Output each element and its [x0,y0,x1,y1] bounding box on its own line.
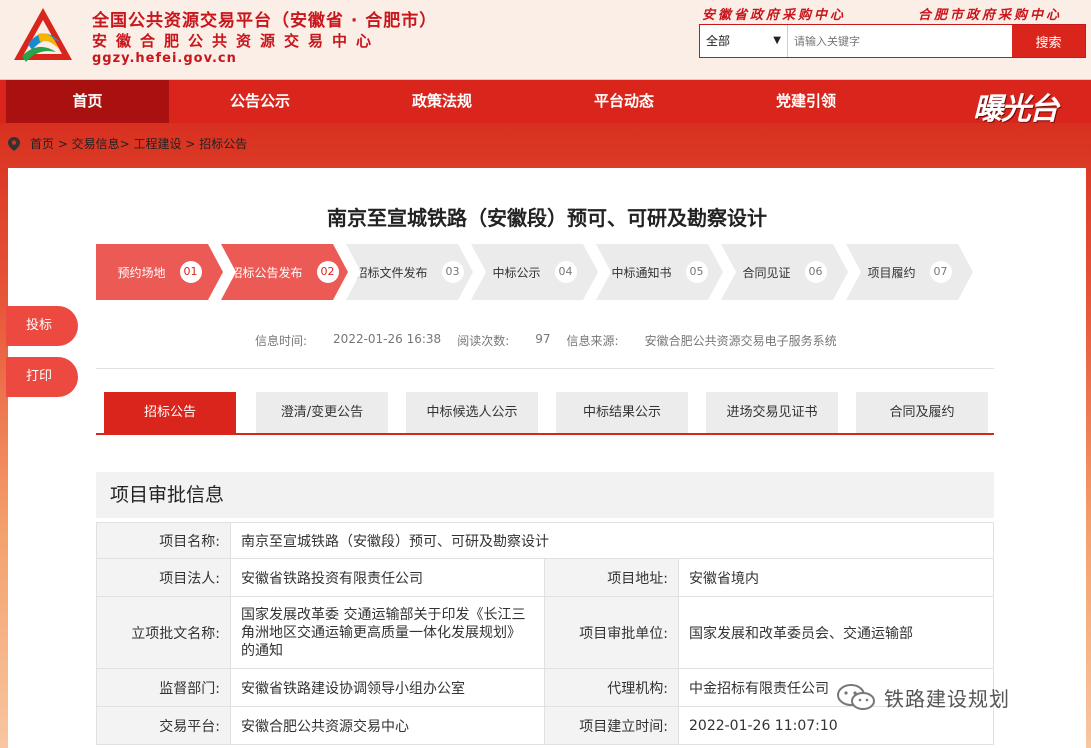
nav-home[interactable]: 首页 [6,80,169,123]
step-label: 预约场地 [117,265,166,280]
table-key: 代理机构: [544,668,679,707]
table-key: 项目建立时间: [544,706,679,745]
page-title: 南京至宣城铁路（安徽段）预可、可研及勘察设计 [327,206,767,230]
tab-clarification[interactable]: 澄清/变更公告 [256,392,388,433]
info-source-label: 信息来源: [566,334,619,348]
divider [96,368,994,369]
table-value: 国家发展和改革委员会、交通运输部 [678,596,994,669]
step-number: 02 [316,261,339,283]
nav-party-building[interactable]: 党建引领 [715,80,897,123]
tab-result[interactable]: 中标结果公示 [556,392,688,433]
print-button[interactable]: 打印 [6,357,78,397]
table-value: 国家发展改革委 交通运输部关于印发《长江三角洲地区交通运输更高质量一体化发展规划… [230,596,545,669]
step-number: 07 [929,261,952,283]
search-button[interactable]: 搜索 [1012,25,1085,57]
table-key: 交易平台: [96,706,231,745]
nav-platform-news[interactable]: 平台动态 [533,80,715,123]
table-key: 项目地址: [544,558,679,597]
location-pin-icon [8,136,20,151]
table-value: 2022-01-26 11:07:10 [678,706,994,745]
info-views-label: 阅读次数: [457,334,510,348]
info-time-value: 2022-01-26 16:38 [333,332,442,346]
search-input[interactable] [788,25,1012,57]
step-number: 05 [685,261,708,283]
step-number: 06 [804,261,827,283]
site-subtitle: 安徽合肥公共资源交易中心 [92,32,381,50]
content-card: 南京至宣城铁路（安徽段）预可、可研及勘察设计 预约场地 01 招标公告发布 02 招… [8,168,1086,748]
tab-bid-notice[interactable]: 招标公告 [104,392,236,433]
step-number: 03 [441,261,464,283]
search-scope-select[interactable]: 全部 ▼ [700,25,788,57]
table-key: 项目名称: [96,522,231,559]
bid-button[interactable]: 投标 [6,306,78,346]
watermark-text: 铁路建设规划 [884,686,1010,711]
site-logo-icon[interactable] [8,4,78,68]
step-label: 中标公示 [492,265,541,280]
table-row: 立项批文名称: 国家发展改革委 交通运输部关于印发《长江三角洲地区交通运输更高质… [96,596,994,669]
step-label: 招标文件发布 [355,265,428,280]
step-label: 项目履约 [867,265,916,280]
table-row: 项目名称: 南京至宣城铁路（安徽段）预可、可研及勘察设计 [96,522,994,559]
table-value: 安徽合肥公共资源交易中心 [230,706,545,745]
nav-announcements[interactable]: 公告公示 [169,80,351,123]
step-label: 中标通知书 [611,265,672,280]
link-province-procurement[interactable]: 安徽省政府采购中心 [702,4,846,23]
main-nav: 首页 公告公示 政策法规 平台动态 党建引领 曝光台 [0,80,1091,127]
table-key: 立项批文名称: [96,596,231,669]
step-5: 中标通知书 05 [596,244,723,300]
wechat-icon [837,684,875,710]
step-label: 招标公告发布 [230,265,303,280]
step-1: 预约场地 01 [96,244,223,300]
tab-witness-certificate[interactable]: 进场交易见证书 [706,392,838,433]
step-number: 04 [554,261,577,283]
info-views-value: 97 [535,332,551,346]
table-value: 安徽省铁路投资有限责任公司 [230,558,545,597]
info-time-label: 信息时间: [255,334,308,348]
table-value: 南京至宣城铁路（安徽段）预可、可研及勘察设计 [230,522,994,559]
progress-steps: 预约场地 01 招标公告发布 02 招标文件发布 03 中标公示 04 中标通知书 05 … [96,244,991,300]
table-value: 安徽省境内 [678,558,994,597]
nav-exposure-board[interactable]: 曝光台 [973,84,1059,128]
table-row: 交易平台: 安徽合肥公共资源交易中心 项目建立时间: 2022-01-26 11… [96,706,994,745]
watermark: 铁路建设规划 [836,682,1010,712]
step-number: 01 [179,261,202,283]
info-source-value: 安徽合肥公共资源交易电子服务系统 [644,334,837,348]
search-scope-value: 全部 [706,34,731,48]
site-header: 全国公共资源交易平台（安徽省 · 合肥市） 安徽合肥公共资源交易中心 ggzy.… [0,0,1091,80]
step-4: 中标公示 04 [471,244,598,300]
link-city-procurement[interactable]: 合肥市政府采购中心 [918,4,1062,23]
tab-contract[interactable]: 合同及履约 [856,392,988,433]
site-title: 全国公共资源交易平台（安徽省 · 合肥市） [92,11,438,31]
nav-policies[interactable]: 政策法规 [351,80,533,123]
table-key: 监督部门: [96,668,231,707]
chevron-down-icon: ▼ [773,35,781,46]
meta-info: 信息时间: 2022-01-26 16:38 阅读次数: 97 信息来源: 安徽… [255,332,853,349]
notice-tabs: 招标公告 澄清/变更公告 中标候选人公示 中标结果公示 进场交易见证书 合同及履… [96,392,994,435]
step-7: 项目履约 07 [846,244,973,300]
table-row: 项目法人: 安徽省铁路投资有限责任公司 项目地址: 安徽省境内 [96,558,994,597]
tab-candidates[interactable]: 中标候选人公示 [406,392,538,433]
search-bar: 全部 ▼ 搜索 [699,24,1086,58]
breadcrumb-text[interactable]: 首页 > 交易信息> 工程建设 > 招标公告 [30,135,247,152]
step-3: 招标文件发布 03 [346,244,473,300]
step-2: 招标公告发布 02 [221,244,348,300]
site-domain: ggzy.hefei.gov.cn [92,51,237,66]
table-value: 安徽省铁路建设协调领导小组办公室 [230,668,545,707]
table-key: 项目审批单位: [544,596,679,669]
table-key: 项目法人: [96,558,231,597]
breadcrumb: 首页 > 交易信息> 工程建设 > 招标公告 [8,135,247,152]
step-6: 合同见证 06 [721,244,848,300]
step-label: 合同见证 [742,265,791,280]
section-title: 项目审批信息 [96,472,994,518]
